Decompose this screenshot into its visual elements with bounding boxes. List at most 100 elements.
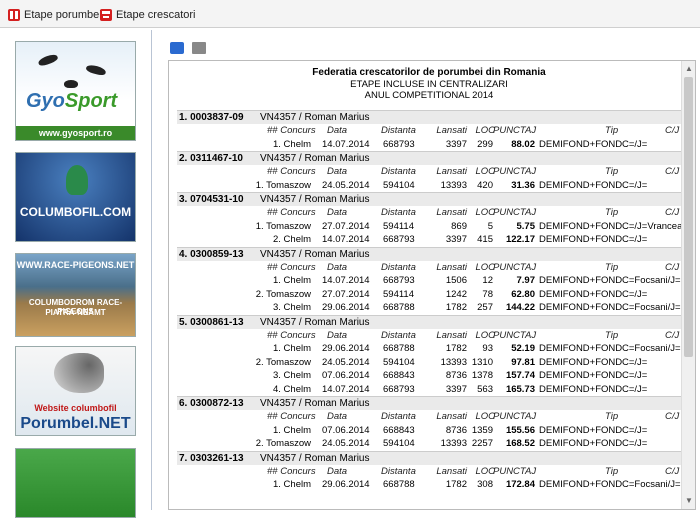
tab-etape-porumbei[interactable]: Etape porumbei [8,6,102,24]
columbofil-banner[interactable]: COLUMBOFIL.COM [15,152,136,242]
porumbel-logo: Porumbel.NET [20,415,131,432]
cell-distanta: 668788 [383,343,415,354]
col-lansati: Lansati [436,125,467,136]
vertical-scrollbar[interactable]: ▲ ▼ [681,61,695,509]
print-icon[interactable] [192,42,206,54]
cell-cj: C=/J= [622,370,648,381]
cell-loc: 78 [482,288,493,300]
result-row: 2. Chelm 14.07.2014 668793 3397 415 122.17 DEM… [177,233,681,247]
col-loc: LOC [475,329,495,341]
cell-data: 14.07.2014 [322,275,370,286]
report-content: Federatia crescatorilor de porumbei din … [177,67,682,492]
cell-tip: DEMIFOND+FOND [539,343,623,354]
result-row: 3. Chelm 29.06.2014 668788 1782 257 144.22 DEM… [177,301,681,315]
cell-lansati: 13393 [440,356,467,368]
cell-tip: DEMIFOND+FOND [539,288,623,300]
report-title: Federatia crescatorilor de porumbei din … [312,67,546,78]
owner-name: VN4357 / Roman Marius [260,398,370,409]
col-tip: Tip [605,125,619,136]
cell-concurs: 1. Tomaszow [255,220,311,232]
cell-distanta: 668843 [383,370,415,381]
report-subtitle-1: ETAPE INCLUSE IN CENTRALIZARI [350,79,508,90]
cell-concurs: 2. Chelm [272,234,311,245]
result-row: 1. Chelm 29.06.2014 668788 1782 308 172.84 DEM… [177,478,681,492]
cell-tip: DEMIFOND+FOND [539,370,623,381]
cell-tip: DEMIFOND+FOND [539,302,623,313]
cell-concurs: 1. Chelm [272,138,311,150]
scroll-thumb[interactable] [684,77,693,357]
cell-tip: DEMIFOND+FOND [539,179,623,191]
col-loc: LOC [475,465,495,477]
scroll-up-icon[interactable]: ▲ [685,65,693,73]
column-header-row: ## Concurs Data Distanta Lansati LOC PUNCTAJ T… [177,124,681,138]
col-loc: LOC [475,411,495,422]
owner-name: VN4357 / Roman Marius [260,194,370,205]
back-arrow-icon[interactable] [170,42,184,54]
green-banner[interactable] [15,448,136,518]
cell-distanta: 668793 [383,234,415,245]
pigeon-header-row: 5. 0300861-13 VN4357 / Roman Marius [177,314,681,329]
cell-punctaj: 62.80 [511,288,535,300]
cell-cj: C=/J= [622,179,648,191]
pigeon-header-row: 2. 0311467-10 VN4357 / Roman Marius [177,151,681,165]
col-punctaj: PUNCTAJ [493,166,537,177]
cell-loc: 12 [482,275,493,286]
gyosport-url: www.gyosport.ro [16,126,135,140]
col-distanta: Distanta [381,329,416,341]
col-lansati: Lansati [436,261,467,273]
pigeon-group: 6. 0300872-13 VN4357 / Roman Marius ## Con… [177,396,681,451]
cell-punctaj: 5.75 [516,220,536,232]
cell-data: 07.06.2014 [322,370,370,381]
gyosport-banner[interactable]: GyoSport www.gyosport.ro [15,41,136,141]
cell-data: 29.06.2014 [322,302,370,313]
col-data: Data [327,261,348,273]
col-cj: C/J [665,207,680,218]
results-list: 1. 0003837-09 VN4357 / Roman Marius ## Con… [177,110,682,492]
cell-punctaj: 122.17 [505,234,535,245]
cell-cj: C=/J= [622,234,648,245]
col-tip: Tip [605,329,619,341]
col-loc: LOC [475,166,495,177]
race-pigeons-line2: PIATRA-NEAMT [45,308,106,317]
ring-number: 5. 0300861-13 [179,316,244,328]
owner-name: VN4357 / Roman Marius [260,316,370,328]
pigeon-header-row: 1. 0003837-09 VN4357 / Roman Marius [177,110,681,124]
col-concurs: ## Concurs [267,166,316,177]
cell-tip: DEMIFOND+FOND [539,424,623,436]
col-tip: Tip [605,261,619,273]
gyosport-logo: GyoSport [26,90,118,112]
column-header-row: ## Concurs Data Distanta Lansati LOC PUNCTAJ T… [177,165,681,179]
cell-tip: DEMIFOND+FOND [539,234,623,245]
result-row: 1. Chelm 14.07.2014 668793 1506 12 7.97 DEMIFO… [177,274,681,288]
cell-distanta: 594104 [383,438,415,449]
pigeon-icon [37,52,59,68]
tab-etape-crescatori[interactable]: Etape crescatori [100,6,195,24]
ring-number: 1. 0003837-09 [179,112,244,123]
col-concurs: ## Concurs [267,465,316,477]
cell-cj: C=Focsani/J= [622,343,681,354]
cell-lansati: 3397 [445,383,467,395]
scroll-down-icon[interactable]: ▼ [685,497,693,505]
race-pigeons-banner[interactable]: WWW.RACE-PIGEONS.NET COLUMBODROM RACE-PI… [15,253,136,337]
pigeon-group: 1. 0003837-09 VN4357 / Roman Marius ## Con… [177,110,681,151]
result-row: 3. Chelm 07.06.2014 668843 8736 1378 157.74 DE… [177,369,681,383]
cell-lansati: 1242 [445,288,467,300]
col-cj: C/J [665,411,680,422]
cell-loc: 308 [477,479,493,490]
cell-data: 27.07.2014 [322,288,370,300]
cell-data: 24.05.2014 [322,356,370,368]
cell-punctaj: 144.22 [505,302,535,313]
cell-loc: 257 [477,302,493,313]
cell-lansati: 8736 [445,424,467,436]
cell-data: 14.07.2014 [322,383,370,395]
cell-cj: C=/J= [622,424,648,436]
col-cj: C/J [665,465,680,477]
col-distanta: Distanta [381,465,416,477]
cell-distanta: 668788 [383,479,415,490]
cell-loc: 420 [477,179,493,191]
cell-cj: C=/J= [622,356,648,368]
cell-loc: 1359 [471,424,493,436]
col-punctaj: PUNCTAJ [493,465,537,477]
tab-label: Etape crescatori [116,9,196,21]
porumbel-net-banner[interactable]: Website columbofil Porumbel.NET [15,346,136,436]
